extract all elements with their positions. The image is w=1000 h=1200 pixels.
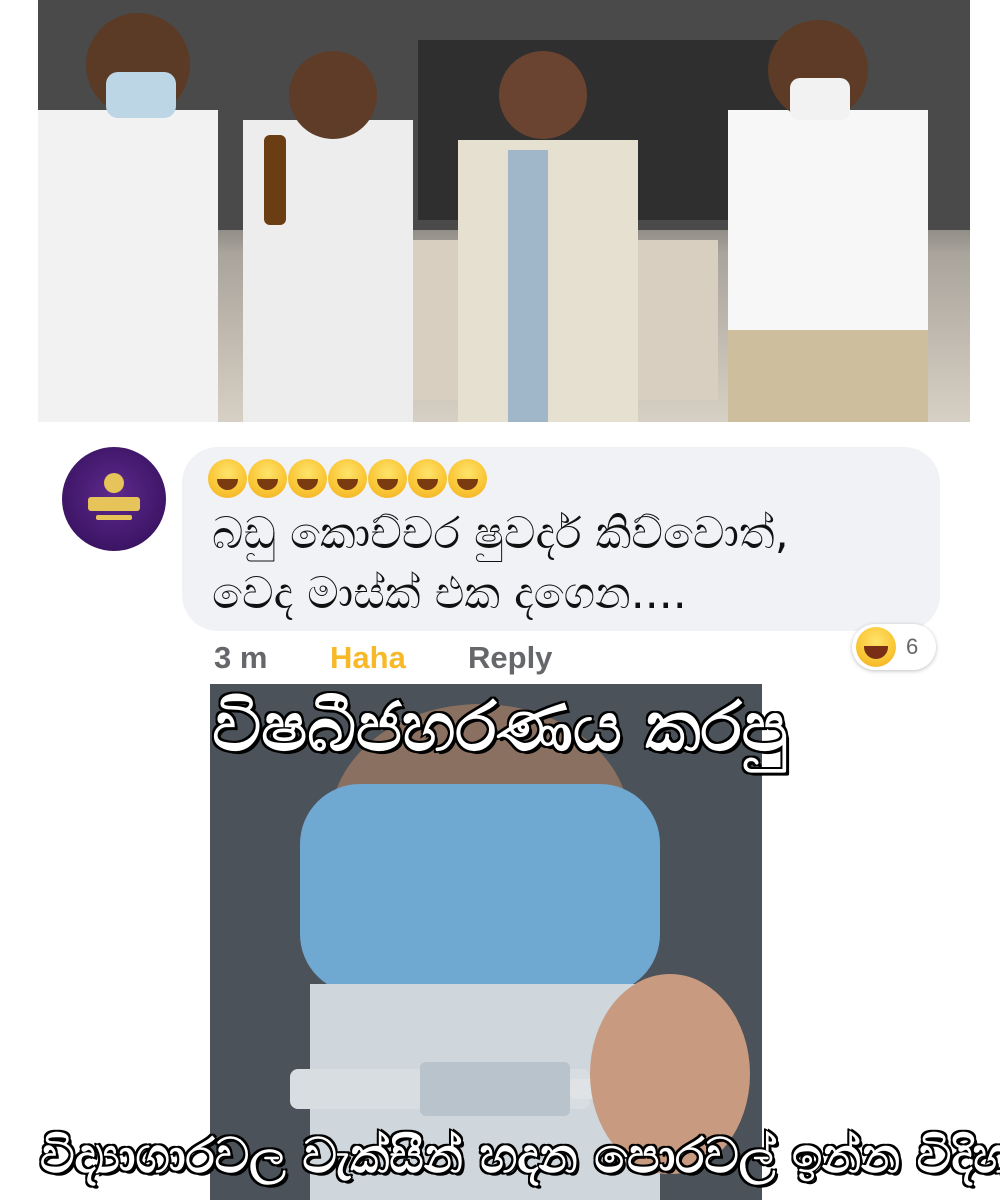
laughing-emoji-icon [448, 459, 487, 498]
bottom-caption: විද්‍යාගාරවල වැක්සීන් හදන පොරවල් ඉන්න වි… [39, 1127, 1000, 1186]
reaction-summary[interactable]: 6 [852, 624, 936, 670]
grinning-emoji-icon [248, 459, 287, 498]
haha-emoji-icon [856, 627, 896, 667]
top-photo-illustration [38, 0, 970, 422]
comment-emoji-row [208, 459, 487, 498]
comment-text-line-1: බඩු කොච්චර ෂුවර්ද කිව්වොත්, [212, 508, 789, 559]
page-logo-icon [88, 473, 140, 520]
top-photo [38, 0, 970, 422]
top-caption: විෂබීජහරණය කරපු [211, 687, 789, 769]
commenter-avatar[interactable] [62, 447, 166, 551]
smiling-emoji-icon [408, 459, 447, 498]
reaction-count: 6 [906, 634, 919, 659]
laughing-emoji-icon [208, 459, 247, 498]
grinning-emoji-icon [288, 459, 327, 498]
smiling-emoji-icon [328, 459, 367, 498]
haha-reaction-button[interactable]: Haha [330, 640, 406, 676]
reply-button[interactable]: Reply [468, 640, 552, 676]
grinning-emoji-icon [368, 459, 407, 498]
comment-text-line-2: වෙද මාස්ක් එක දගෙන.... [212, 568, 687, 619]
comment-timestamp: 3 m [214, 640, 268, 675]
